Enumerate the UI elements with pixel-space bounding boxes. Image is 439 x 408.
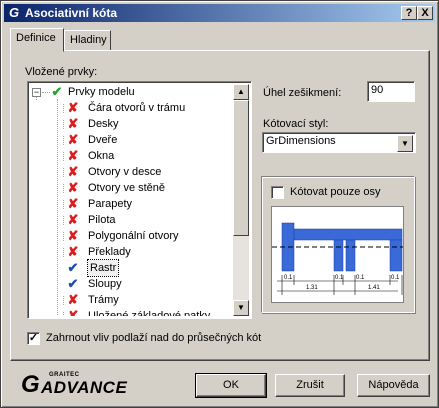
include-levels-label: Zahrnout vliv podlaží nad do průsečných …	[46, 332, 262, 344]
x-icon: ✘	[63, 164, 79, 179]
chevron-down-icon[interactable]: ▼	[397, 135, 413, 152]
dim-label: 0.1	[335, 275, 344, 281]
wall-mid-left	[333, 239, 344, 272]
tree-item-label: Polygonální otvory	[88, 230, 179, 242]
angle-value: 90	[371, 84, 384, 96]
collapse-icon[interactable]: −	[32, 88, 41, 97]
tree-item-label: Desky	[88, 118, 119, 130]
close-button[interactable]: X	[417, 6, 433, 20]
brand-g-glyph: G	[21, 371, 40, 398]
dialog-window: G Asociativní kóta ? X Definice Hladiny …	[0, 0, 439, 408]
help-button[interactable]: Nápověda	[357, 374, 430, 397]
x-icon: ✘	[63, 116, 79, 131]
tree-item-label: Parapety	[88, 198, 133, 210]
tree-item[interactable]: ✘ Desky	[30, 116, 230, 132]
tree-item-label: Okna	[88, 150, 115, 162]
tree-item[interactable]: ✘ Dveře	[30, 132, 230, 148]
tree-item-selected[interactable]: ✔ Rastr	[30, 259, 230, 277]
dim-total-label: 1.41	[368, 285, 380, 291]
graitec-advance-logo: G GRAITEC ADVANCE	[21, 372, 131, 398]
help-title-button[interactable]: ?	[401, 6, 417, 20]
tree-item[interactable]: ✘ Trámy	[30, 292, 230, 308]
tree-item-label: Prvky modelu	[68, 86, 135, 98]
tree-item-label: Sloupy	[88, 278, 122, 290]
tree-item-label: Uložené základové patky	[88, 310, 211, 316]
tab-hladiny[interactable]: Hladiny	[64, 30, 111, 51]
tree-item-label: Pilota	[88, 214, 116, 226]
x-icon: ✘	[63, 309, 80, 316]
tree-root-item[interactable]: − ✔ Prvky modelu	[30, 84, 230, 100]
tree-item[interactable]: ✘ Uložené základové patky	[30, 308, 230, 316]
beam-top	[293, 228, 403, 241]
check-icon: ✔	[67, 276, 79, 291]
x-icon: ✘	[63, 292, 79, 307]
x-icon: ✘	[63, 100, 79, 115]
tree-item-label: Otvory ve stěně	[88, 182, 166, 194]
tree-item-label: Rastr	[86, 259, 120, 277]
dimension-preview: 0.1 0.1 0.1 0.1 1.31 1.41	[271, 206, 404, 303]
tree-scrollbar[interactable]: ▲ ▼	[233, 84, 249, 316]
x-icon: ✘	[63, 132, 79, 147]
check-icon: ✔	[51, 84, 63, 99]
scroll-thumb[interactable]	[233, 100, 249, 236]
tree-item-label: Otvory v desce	[88, 166, 162, 178]
dim-style-select[interactable]: GrDimensions ▼	[262, 132, 416, 153]
tree-item[interactable]: ✘ Čára otvorů v trámu	[30, 100, 230, 116]
dim-label: 0.1	[356, 275, 365, 281]
tree-content: − ✔ Prvky modelu ✘ Čára otvorů v trámu ✘…	[30, 84, 234, 316]
wall-mid-right	[345, 239, 356, 272]
x-icon: ✘	[63, 148, 79, 163]
scroll-up-icon[interactable]: ▲	[233, 84, 249, 100]
tree-item-label: Trámy	[88, 294, 119, 306]
angle-label: Úhel zešikmení:	[263, 87, 342, 99]
tree-item[interactable]: ✘ Překlady	[30, 244, 230, 260]
tree-item[interactable]: ✘ Pilota	[30, 212, 230, 228]
dim-total-label: 1.31	[306, 285, 318, 291]
inserted-items-label: Vložené prvky:	[25, 66, 98, 78]
x-icon: ✘	[63, 244, 79, 259]
ok-button[interactable]: OK	[195, 373, 267, 398]
tree-item[interactable]: ✘ Otvory ve stěně	[30, 180, 230, 196]
dim-label: 0.1	[391, 275, 400, 281]
tree-item-label: Dveře	[88, 134, 118, 146]
cancel-button[interactable]: Zrušit	[275, 374, 345, 397]
wall-right	[389, 239, 403, 272]
tree-item[interactable]: ✘ Polygonální otvory	[30, 228, 230, 244]
tree-item[interactable]: ✘ Otvory v desce	[30, 164, 230, 180]
preview-drawing: 0.1 0.1 0.1 0.1 1.31 1.41	[272, 222, 403, 295]
brand-advance: ADVANCE	[41, 378, 128, 397]
graitec-logo-icon: G	[8, 5, 20, 20]
x-icon: ✘	[63, 228, 79, 243]
axes-only-checkbox[interactable]	[271, 186, 284, 199]
x-icon: ✘	[63, 196, 79, 211]
tree-item[interactable]: ✘ Okna	[30, 148, 230, 164]
scroll-down-icon[interactable]: ▼	[233, 300, 249, 316]
x-icon: ✘	[63, 212, 79, 227]
dim-label: 0.1	[284, 275, 293, 281]
tree-item[interactable]: ✔ Sloupy	[30, 276, 230, 292]
angle-input[interactable]: 90	[367, 81, 415, 102]
tree-item[interactable]: ✘ Parapety	[30, 196, 230, 212]
include-levels-checkbox[interactable]: ✓	[27, 332, 40, 345]
tab-definice[interactable]: Definice	[10, 28, 64, 52]
dim-style-value: GrDimensions	[266, 135, 336, 147]
axes-only-label: Kótovat pouze osy	[290, 186, 381, 198]
window-title: Asociativní kóta	[25, 6, 118, 20]
dim-style-label: Kótovací styl:	[263, 118, 329, 130]
check-icon: ✔	[67, 260, 79, 275]
element-tree: − ✔ Prvky modelu ✘ Čára otvorů v trámu ✘…	[27, 81, 252, 319]
title-bar: G Asociativní kóta ? X	[4, 4, 435, 22]
tree-item-label: Čára otvorů v trámu	[88, 102, 186, 114]
x-icon: ✘	[63, 180, 79, 195]
tree-item-label: Překlady	[88, 246, 131, 258]
